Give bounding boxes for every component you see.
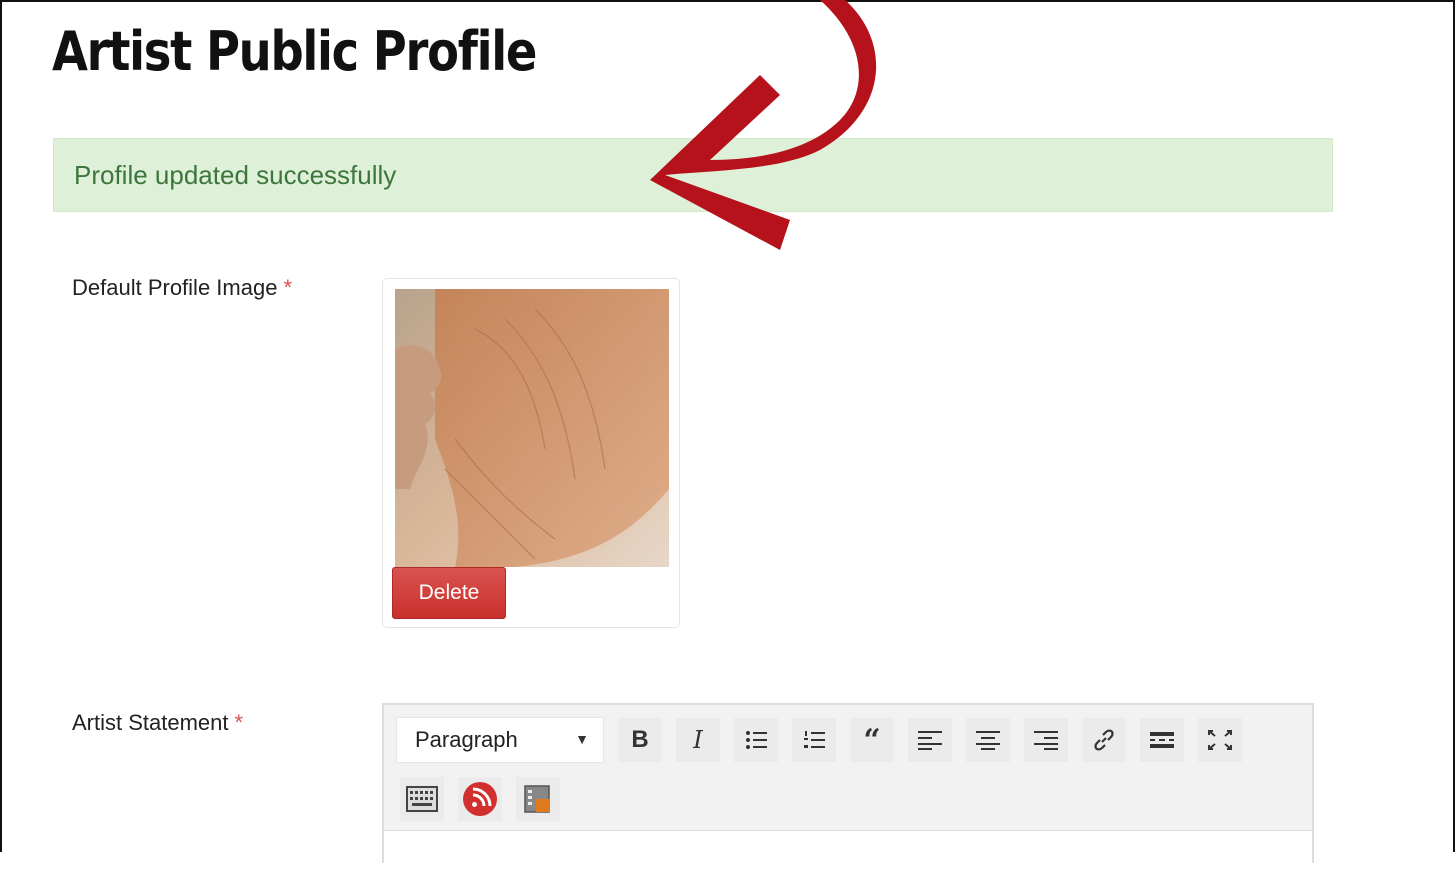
bold-button[interactable]: B [618, 718, 662, 762]
align-right-button[interactable] [1024, 718, 1068, 762]
editor-content-area[interactable] [384, 830, 1312, 871]
required-mark: * [283, 275, 292, 300]
blockquote-button[interactable]: “ [850, 718, 894, 762]
profile-portrait-image [395, 289, 669, 567]
delete-image-button[interactable]: Delete [392, 567, 506, 619]
keyboard-icon [406, 786, 438, 812]
bold-icon: B [631, 726, 649, 753]
profile-image-label: Default Profile Image * [72, 275, 292, 301]
success-alert: Profile updated successfully [53, 138, 1333, 212]
paragraph-format-select[interactable]: Paragraph ▼ [396, 717, 604, 763]
artist-statement-label-text: Artist Statement [72, 710, 229, 735]
required-mark: * [234, 710, 244, 735]
rss-button[interactable] [458, 777, 502, 821]
profile-image-label-text: Default Profile Image [72, 275, 278, 300]
align-left-button[interactable] [908, 718, 952, 762]
blockquote-icon: “ [863, 722, 881, 758]
artist-statement-label: Artist Statement * [72, 710, 243, 736]
format-select-value: Paragraph [415, 727, 518, 752]
horizontal-rule-icon [1150, 732, 1174, 748]
numbered-list-button[interactable] [792, 718, 836, 762]
page-title: Artist Public Profile [52, 20, 537, 83]
alert-message: Profile updated successfully [74, 159, 397, 190]
link-icon [1094, 729, 1114, 751]
chevron-down-icon: ▼ [575, 731, 589, 747]
bullet-list-icon [746, 731, 767, 749]
horizontal-rule-button[interactable] [1140, 718, 1184, 762]
media-icon [524, 785, 550, 813]
align-center-button[interactable] [966, 718, 1010, 762]
rich-text-editor: Paragraph ▼ B I “ [382, 703, 1314, 871]
rss-icon [463, 782, 497, 816]
fullscreen-button[interactable] [1198, 718, 1242, 762]
numbered-list-icon [804, 731, 825, 748]
italic-button[interactable]: I [676, 718, 720, 762]
align-right-icon [1034, 731, 1058, 750]
italic-icon: I [693, 726, 703, 754]
link-button[interactable] [1082, 718, 1126, 762]
keyboard-button[interactable] [400, 777, 444, 821]
align-center-icon [976, 731, 1000, 750]
bullet-list-button[interactable] [734, 718, 778, 762]
fullscreen-icon [1208, 730, 1232, 750]
profile-image-card: Delete [382, 278, 680, 628]
align-left-icon [918, 731, 942, 750]
media-button[interactable] [516, 777, 560, 821]
